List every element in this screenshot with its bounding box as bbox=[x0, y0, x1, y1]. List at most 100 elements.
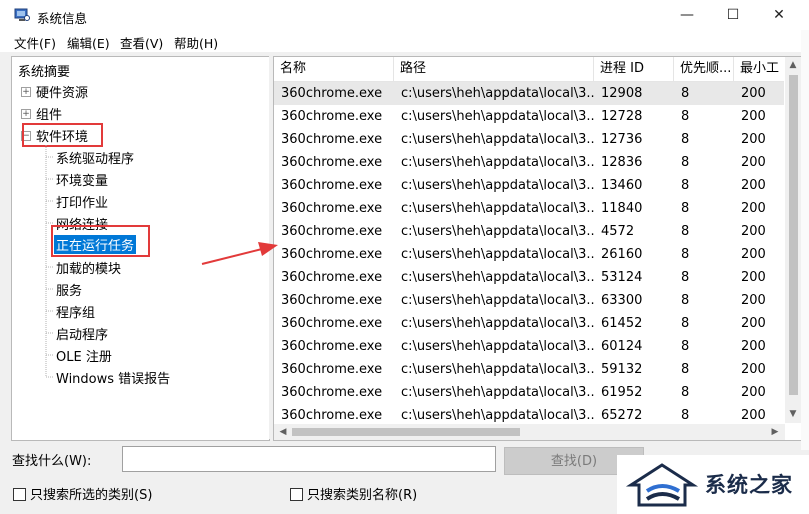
cell-name: 360chrome.exe bbox=[281, 155, 383, 170]
cell-min-working-set: 200 bbox=[741, 270, 766, 285]
cell-min-working-set: 200 bbox=[741, 224, 766, 239]
menu-file[interactable]: 文件(F) bbox=[14, 33, 56, 52]
vertical-scroll-thumb[interactable] bbox=[789, 75, 798, 395]
cell-pid: 12908 bbox=[601, 86, 643, 101]
table-row[interactable]: 360chrome.exe c:\users\heh\appdata\local\… bbox=[274, 243, 784, 266]
column-header-path[interactable]: 路径 bbox=[394, 57, 594, 81]
cell-pid: 59132 bbox=[601, 362, 643, 377]
table-row[interactable]: 360chrome.exe c:\users\heh\appdata\local\… bbox=[274, 105, 784, 128]
menu-help[interactable]: 帮助(H) bbox=[174, 33, 218, 52]
cell-pid: 12836 bbox=[601, 155, 643, 170]
menu-bar: 文件(F) 编辑(E) 查看(V) 帮助(H) bbox=[0, 30, 809, 52]
cell-min-working-set: 200 bbox=[741, 132, 766, 147]
find-what-label: 查找什么(W): bbox=[12, 454, 92, 469]
cell-priority: 8 bbox=[681, 178, 690, 193]
horizontal-scrollbar[interactable]: ◀ ▶ bbox=[274, 424, 785, 440]
checkbox-search-category-names[interactable]: 只搜索类别名称(R) bbox=[290, 484, 417, 503]
cell-path: c:\users\heh\appdata\local\3... bbox=[401, 86, 594, 101]
watermark: 系统之家 bbox=[617, 455, 809, 514]
cell-priority: 8 bbox=[681, 270, 690, 285]
find-what-input[interactable] bbox=[122, 446, 496, 472]
system-info-app-icon bbox=[14, 8, 30, 21]
horizontal-scroll-thumb[interactable] bbox=[292, 428, 520, 436]
cell-priority: 8 bbox=[681, 224, 690, 239]
annotation-arrow bbox=[201, 242, 278, 265]
scroll-up-icon[interactable]: ▲ bbox=[785, 60, 801, 70]
cell-pid: 12728 bbox=[601, 109, 643, 124]
cell-path: c:\users\heh\appdata\local\3... bbox=[401, 293, 594, 308]
cell-path: c:\users\heh\appdata\local\3... bbox=[401, 109, 594, 124]
cell-path: c:\users\heh\appdata\local\3... bbox=[401, 178, 594, 193]
table-row[interactable]: 360chrome.exe c:\users\heh\appdata\local\… bbox=[274, 266, 784, 289]
menu-edit[interactable]: 编辑(E) bbox=[67, 33, 110, 52]
cell-pid: 53124 bbox=[601, 270, 643, 285]
cell-pid: 13460 bbox=[601, 178, 643, 193]
cell-path: c:\users\heh\appdata\local\3... bbox=[401, 224, 594, 239]
close-button[interactable]: ✕ bbox=[756, 0, 802, 30]
column-header-min-working-set[interactable]: 最小工 bbox=[734, 57, 784, 81]
right-edge-strip bbox=[801, 30, 809, 450]
minimize-button[interactable]: — bbox=[664, 0, 710, 30]
cell-priority: 8 bbox=[681, 316, 690, 331]
system-information-window: 系统信息 — ☐ ✕ 文件(F) 编辑(E) 查看(V) 帮助(H) 系统摘要 … bbox=[0, 0, 809, 514]
table-row[interactable]: 360chrome.exe c:\users\heh\appdata\local\… bbox=[274, 358, 784, 381]
scroll-down-icon[interactable]: ▼ bbox=[785, 409, 801, 419]
maximize-button[interactable]: ☐ bbox=[710, 0, 756, 30]
details-list[interactable]: 名称 路径 进程 ID 优先顺... 最小工 360chrome.exe c:\u… bbox=[273, 56, 803, 441]
cell-name: 360chrome.exe bbox=[281, 270, 383, 285]
cell-min-working-set: 200 bbox=[741, 362, 766, 377]
checkbox-box[interactable] bbox=[290, 488, 303, 501]
scroll-left-icon[interactable]: ◀ bbox=[275, 427, 291, 437]
cell-name: 360chrome.exe bbox=[281, 86, 383, 101]
cell-pid: 11840 bbox=[601, 201, 643, 216]
table-row[interactable]: 360chrome.exe c:\users\heh\appdata\local\… bbox=[274, 289, 784, 312]
title-bar: 系统信息 — ☐ ✕ bbox=[0, 0, 809, 30]
table-row[interactable]: 360chrome.exe c:\users\heh\appdata\local\… bbox=[274, 381, 784, 404]
checkbox-search-selected-category[interactable]: 只搜索所选的类别(S) bbox=[13, 484, 152, 503]
table-row[interactable]: 360chrome.exe c:\users\heh\appdata\local\… bbox=[274, 82, 784, 105]
watermark-text: 系统之家 bbox=[705, 473, 793, 497]
cell-name: 360chrome.exe bbox=[281, 109, 383, 124]
cell-priority: 8 bbox=[681, 132, 690, 147]
menu-view[interactable]: 查看(V) bbox=[120, 33, 163, 52]
cell-name: 360chrome.exe bbox=[281, 316, 383, 331]
table-row[interactable]: 360chrome.exe c:\users\heh\appdata\local\… bbox=[274, 174, 784, 197]
table-row[interactable]: 360chrome.exe c:\users\heh\appdata\local\… bbox=[274, 128, 784, 151]
cell-name: 360chrome.exe bbox=[281, 224, 383, 239]
cell-min-working-set: 200 bbox=[741, 339, 766, 354]
house-logo-icon bbox=[625, 463, 699, 507]
table-row[interactable]: 360chrome.exe c:\users\heh\appdata\local\… bbox=[274, 335, 784, 358]
cell-name: 360chrome.exe bbox=[281, 178, 383, 193]
vertical-scrollbar[interactable]: ▲ ▼ bbox=[785, 57, 802, 423]
cell-name: 360chrome.exe bbox=[281, 362, 383, 377]
cell-priority: 8 bbox=[681, 109, 690, 124]
cell-path: c:\users\heh\appdata\local\3... bbox=[401, 385, 594, 400]
window-title: 系统信息 bbox=[37, 11, 88, 26]
cell-path: c:\users\heh\appdata\local\3... bbox=[401, 339, 594, 354]
cell-pid: 61452 bbox=[601, 316, 643, 331]
checkbox-label: 只搜索类别名称(R) bbox=[307, 488, 418, 503]
column-header-priority[interactable]: 优先顺... bbox=[674, 57, 734, 81]
table-row[interactable]: 360chrome.exe c:\users\heh\appdata\local\… bbox=[274, 197, 784, 220]
cell-name: 360chrome.exe bbox=[281, 339, 383, 354]
cell-min-working-set: 200 bbox=[741, 155, 766, 170]
table-row[interactable]: 360chrome.exe c:\users\heh\appdata\local\… bbox=[274, 220, 784, 243]
table-row[interactable]: 360chrome.exe c:\users\heh\appdata\local\… bbox=[274, 151, 784, 174]
cell-pid: 4572 bbox=[601, 224, 635, 239]
cell-path: c:\users\heh\appdata\local\3... bbox=[401, 155, 594, 170]
cell-min-working-set: 200 bbox=[741, 201, 766, 216]
cell-priority: 8 bbox=[681, 339, 690, 354]
cell-min-working-set: 200 bbox=[741, 178, 766, 193]
scroll-right-icon[interactable]: ▶ bbox=[767, 427, 783, 437]
cell-priority: 8 bbox=[681, 247, 690, 262]
cell-pid: 60124 bbox=[601, 339, 643, 354]
table-row[interactable]: 360chrome.exe c:\users\heh\appdata\local\… bbox=[274, 312, 784, 335]
column-header-name[interactable]: 名称 bbox=[274, 57, 394, 81]
cell-pid: 26160 bbox=[601, 247, 643, 262]
cell-min-working-set: 200 bbox=[741, 293, 766, 308]
cell-path: c:\users\heh\appdata\local\3... bbox=[401, 132, 594, 147]
cell-name: 360chrome.exe bbox=[281, 201, 383, 216]
column-header-pid[interactable]: 进程 ID bbox=[594, 57, 674, 81]
cell-priority: 8 bbox=[681, 293, 690, 308]
checkbox-box[interactable] bbox=[13, 488, 26, 501]
